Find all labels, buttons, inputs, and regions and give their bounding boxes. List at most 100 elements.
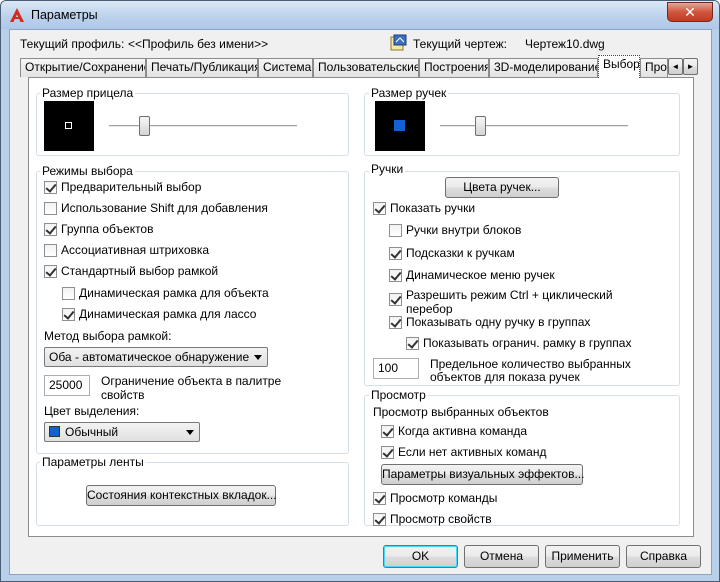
autocad-logo-icon [10, 8, 24, 22]
tab-3d-modeling[interactable]: 3D-моделирование [489, 58, 598, 77]
grip-size-preview [375, 101, 425, 151]
window-method-label: Метод выбора рамкой: [44, 329, 172, 343]
pickbox-slider-track[interactable] [109, 125, 297, 128]
checkmark-icon [406, 337, 419, 350]
implied-window-checkbox[interactable]: Стандартный выбор рамкой [44, 264, 218, 279]
ctrl-cycle-checkbox[interactable]: Разрешить режим Ctrl + циклический перебо… [389, 288, 613, 316]
pickbox-title: Размер прицела [40, 86, 136, 100]
checkmark-icon [373, 492, 386, 505]
checkmark-icon [373, 202, 386, 215]
pickbox-square-icon [65, 122, 72, 129]
object-group-checkbox[interactable]: Группа объектов [44, 222, 153, 237]
grip-objlimit-label: Предельное количество выбранных [430, 357, 631, 371]
window-title: Параметры [31, 8, 98, 22]
cancel-button[interactable]: Отмена [464, 545, 539, 568]
pickbox-preview [44, 101, 94, 151]
property-preview-label: Просмотр свойств [390, 512, 492, 526]
tab-selection[interactable]: Выбор [598, 55, 640, 78]
pickbox-slider-thumb[interactable] [139, 116, 151, 136]
tab-system[interactable]: Система [258, 58, 313, 77]
preview-when-active-checkbox[interactable]: Когда активна команда [381, 424, 527, 439]
shift-add-label: Использование Shift для добавления [61, 201, 268, 215]
selection-color-dropdown[interactable]: Обычный [44, 422, 200, 442]
drawing-label: Текущий чертеж: [413, 37, 507, 51]
grip-colors-button[interactable]: Цвета ручек... [445, 177, 559, 198]
selection-limit-label: Ограничение объекта в палитре [101, 374, 282, 388]
preview-subtitle: Просмотр выбранных объектов [373, 405, 549, 419]
show-grips-checkbox[interactable]: Показать ручки [373, 201, 475, 216]
window-method-value: Оба - автоматическое обнаружение [49, 350, 250, 364]
checkmark-icon [389, 247, 402, 260]
group-bbox-label: Показывать огранич. рамку в группах [423, 336, 632, 350]
preview-when-none-checkbox[interactable]: Если нет активных команд [381, 445, 546, 460]
noun-verb-checkbox[interactable]: Предварительный выбор [44, 180, 201, 195]
apply-button[interactable]: Применить [545, 545, 620, 568]
group-bbox-checkbox[interactable]: Показывать огранич. рамку в группах [406, 336, 631, 351]
assoc-hatch-label: Ассоциативная штриховка [61, 243, 210, 257]
grips-in-blocks-label: Ручки внутри блоков [406, 223, 522, 237]
assoc-hatch-checkbox[interactable]: Ассоциативная штриховка [44, 243, 209, 258]
checkmark-icon [44, 223, 57, 236]
grip-size-title: Размер ручек [369, 86, 449, 100]
grips-in-blocks-checkbox[interactable]: Ручки внутри блоков [389, 223, 521, 238]
grip-size-slider-track[interactable] [440, 125, 628, 128]
checkmark-icon [381, 446, 394, 459]
grip-square-icon [394, 120, 405, 131]
checkmark-icon [389, 224, 402, 237]
grip-objlimit-input[interactable]: 100 [373, 358, 419, 379]
object-group-label: Группа объектов [61, 222, 154, 236]
dynamic-grip-menu-checkbox[interactable]: Динамическое меню ручек [389, 268, 555, 283]
close-button[interactable]: ✕ [667, 2, 713, 22]
dynamic-lasso-label: Динамическая рамка для лассо [79, 307, 257, 321]
checkmark-icon [62, 287, 75, 300]
checkmark-icon [44, 181, 57, 194]
checkmark-icon [373, 513, 386, 526]
tab-drafting[interactable]: Построения [419, 58, 489, 77]
noun-verb-label: Предварительный выбор [61, 180, 202, 194]
single-grip-groups-label: Показывать одну ручку в группах [406, 315, 591, 329]
selection-modes-title: Режимы выбора [40, 164, 135, 178]
chevron-down-icon [186, 430, 194, 435]
title-bar[interactable]: Параметры ✕ [1, 1, 719, 29]
checkmark-icon [62, 308, 75, 321]
selection-color-label: Цвет выделения: [44, 404, 140, 418]
property-preview-checkbox[interactable]: Просмотр свойств [373, 512, 492, 527]
visual-effects-button[interactable]: Параметры визуальных эффектов... [381, 464, 584, 485]
checkmark-icon [44, 265, 57, 278]
grip-objlimit-label-2: объектов для показа ручек [430, 370, 580, 384]
tab-scroll-left-button[interactable]: ◄ [668, 58, 683, 75]
checkmark-icon [389, 316, 402, 329]
tab-scroll-right-button[interactable]: ► [683, 58, 698, 75]
checkmark-icon [44, 244, 57, 257]
command-preview-checkbox[interactable]: Просмотр команды [373, 491, 497, 506]
tab-open-save[interactable]: Открытие/Сохранение [20, 58, 146, 77]
window-method-dropdown[interactable]: Оба - автоматическое обнаружение [44, 347, 268, 367]
dynamic-lasso-checkbox[interactable]: Динамическая рамка для лассо [62, 307, 256, 322]
help-button[interactable]: Справка [626, 545, 701, 568]
dynamic-object-checkbox[interactable]: Динамическая рамка для объекта [62, 286, 269, 301]
ok-button[interactable]: OK [383, 545, 458, 568]
grip-size-slider-thumb[interactable] [475, 116, 487, 136]
preview-when-none-label: Если нет активных команд [398, 445, 547, 459]
show-grips-label: Показать ручки [390, 201, 476, 215]
color-swatch [49, 426, 60, 437]
grips-title: Ручки [369, 162, 406, 176]
tab-profiles[interactable]: Про [640, 58, 668, 77]
selection-limit-input[interactable]: 25000 [44, 375, 90, 396]
drawing-file-icon [390, 34, 407, 51]
chevron-down-icon [254, 355, 262, 360]
shift-add-checkbox[interactable]: Использование Shift для добавления [44, 201, 268, 216]
contextual-tab-states-button[interactable]: Состояния контекстных вкладок... [86, 485, 277, 506]
checkmark-icon [389, 293, 402, 306]
checkmark-icon [381, 425, 394, 438]
tab-plot-publish[interactable]: Печать/Публикация [146, 58, 258, 77]
tab-user-preferences[interactable]: Пользовательские [313, 58, 419, 77]
checkmark-icon [44, 202, 57, 215]
preview-title: Просмотр [369, 388, 428, 402]
command-preview-label: Просмотр команды [390, 491, 498, 505]
dynamic-object-label: Динамическая рамка для объекта [79, 286, 269, 300]
drawing-value: Чертеж10.dwg [525, 37, 605, 51]
single-grip-groups-checkbox[interactable]: Показывать одну ручку в группах [389, 315, 590, 330]
profile-value: <<Профиль без имени>> [128, 37, 269, 51]
grip-tips-checkbox[interactable]: Подсказки к ручкам [389, 246, 515, 261]
